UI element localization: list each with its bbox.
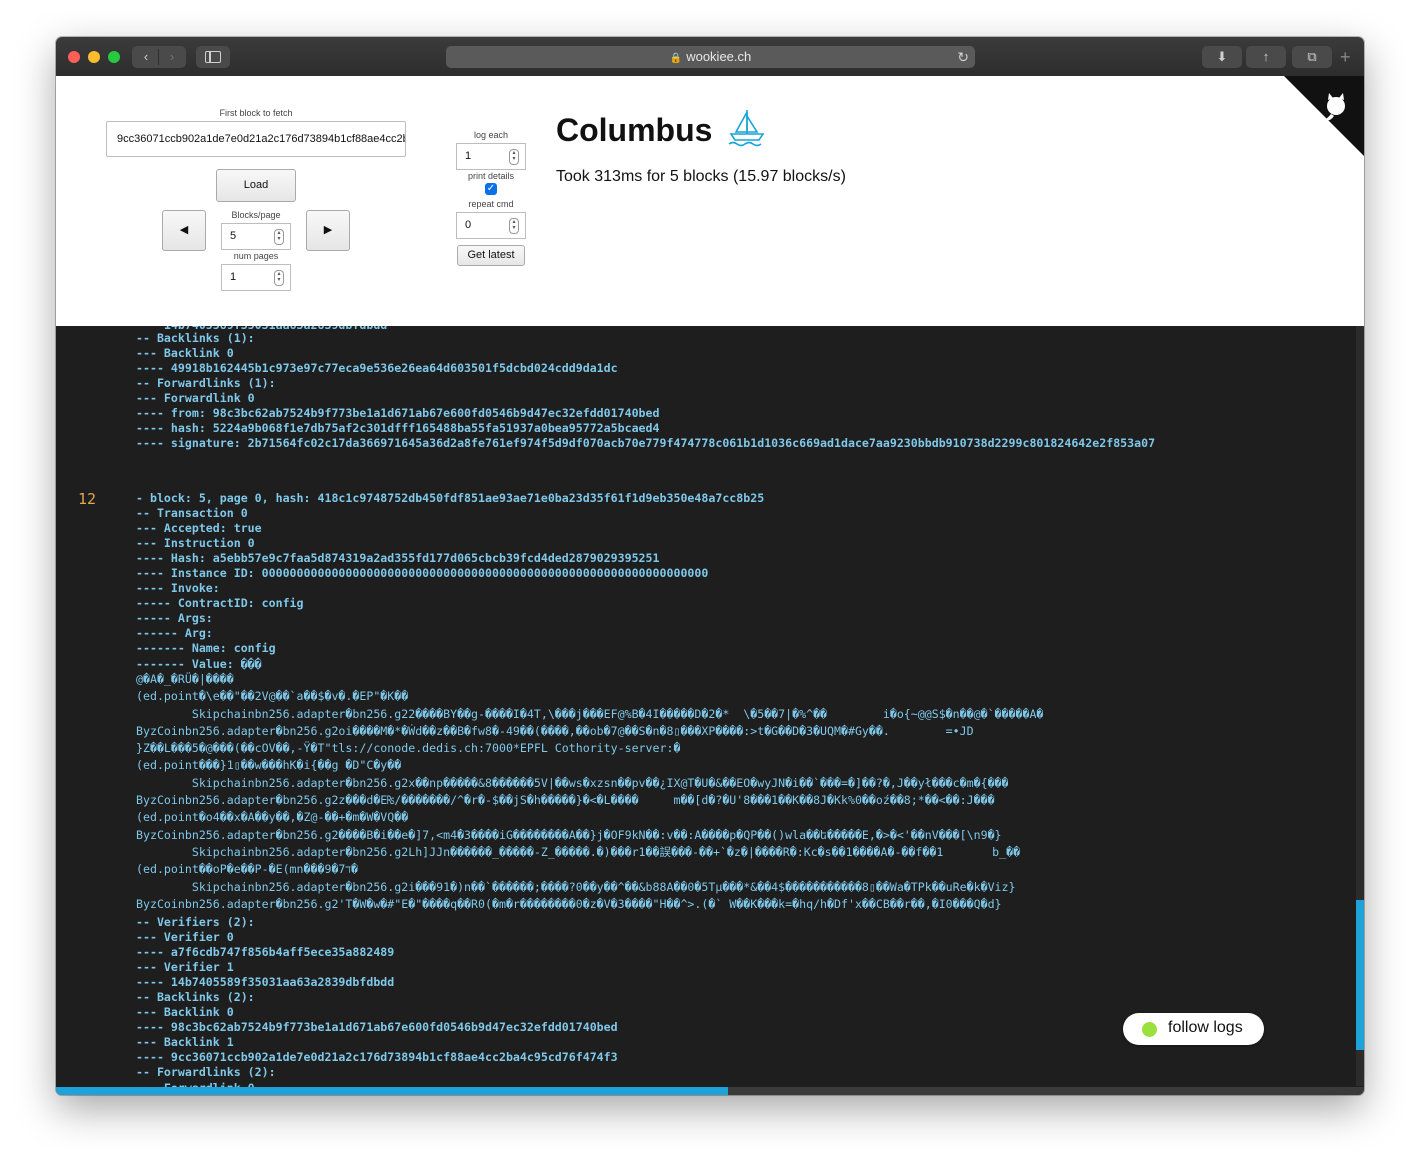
browser-window: ‹ › 🔒 wookiee.ch ↻ ⬇ ↑ ⧉ + First block to … <box>56 37 1364 1095</box>
follow-logs-label: follow logs <box>1168 1019 1243 1036</box>
num-pages-input[interactable]: 1 ▴ ▾ <box>221 264 291 291</box>
get-latest-button[interactable]: Get latest <box>457 245 525 266</box>
first-block-label: First block to fetch <box>219 108 293 118</box>
log-entry-links: -- Verifiers (2): --- Verifier 0 ---- a7… <box>136 915 618 1095</box>
stepper-icon[interactable]: ▴ ▾ <box>274 228 284 245</box>
log-entry-block: - block: 5, page 0, hash: 418c1c9748752d… <box>136 491 765 671</box>
address-bar[interactable]: 🔒 wookiee.ch ↻ <box>446 46 975 68</box>
tab-overview-button[interactable]: ⧉ <box>1292 46 1332 68</box>
stepper-icon[interactable]: ▴ ▾ <box>509 217 519 234</box>
page-title: Columbus <box>556 112 713 148</box>
zoom-window-button[interactable] <box>108 51 120 63</box>
first-block-input[interactable]: 9cc36071ccb902a1de7e0d21a2c176d73894b1cf… <box>106 121 406 157</box>
sailboat-icon <box>728 110 765 147</box>
prev-page-button[interactable]: ◀ <box>162 210 206 251</box>
num-pages-label: num pages <box>233 251 279 261</box>
log-each-label: log each <box>473 130 509 140</box>
num-pages-value: 1 <box>230 271 237 283</box>
new-tab-icon[interactable]: + <box>1340 48 1351 66</box>
tabs-icon: ⧉ <box>1307 49 1317 64</box>
repeat-cmd-input[interactable]: 0 ▴ ▾ <box>456 212 526 239</box>
print-details-label: print details <box>467 171 515 181</box>
downloads-button[interactable]: ⬇ <box>1202 46 1242 68</box>
stepper-icon[interactable]: ▴ ▾ <box>509 148 519 165</box>
stepper-icon[interactable]: ▴ ▾ <box>274 269 284 286</box>
triangle-left-icon: ◀ <box>179 224 189 236</box>
back-icon[interactable]: ‹ <box>133 46 159 68</box>
status-dot-icon <box>1142 1022 1157 1037</box>
github-octocat-icon[interactable] <box>1318 90 1354 126</box>
forward-icon[interactable]: › <box>159 46 185 68</box>
browser-toolbar: ‹ › 🔒 wookiee.ch ↻ ⬇ ↑ ⧉ + <box>56 37 1364 77</box>
blocks-per-page-input[interactable]: 5 ▴ ▾ <box>221 223 291 250</box>
triangle-right-icon: ▶ <box>323 224 333 236</box>
close-window-button[interactable] <box>68 51 80 63</box>
horizontal-scrollbar-thumb[interactable] <box>56 1087 728 1095</box>
next-page-button[interactable]: ▶ <box>306 210 350 251</box>
share-button[interactable]: ↑ <box>1246 46 1286 68</box>
log-each-input[interactable]: 1 ▴ ▾ <box>456 143 526 170</box>
load-status: Took 313ms for 5 blocks (15.97 blocks/s) <box>556 168 846 185</box>
log-panel[interactable]: 14b7405589f35031aa63a2839dbfdbdd -- Back… <box>56 326 1364 1095</box>
blocks-per-page-label: Blocks/page <box>231 210 281 220</box>
download-icon: ⬇ <box>1216 49 1228 64</box>
share-icon: ↑ <box>1262 49 1270 64</box>
load-button[interactable]: Load <box>216 169 296 202</box>
log-each-value: 1 <box>465 150 472 162</box>
print-details-checkbox[interactable]: ✓ <box>485 183 497 195</box>
url-text: wookiee.ch <box>686 49 752 64</box>
blocks-per-page-value: 5 <box>230 230 237 242</box>
minimize-window-button[interactable] <box>88 51 100 63</box>
control-panel: First block to fetch 9cc36071ccb902a1de7… <box>56 76 1364 326</box>
log-entry-previous: -- Backlinks (1): --- Backlink 0 ---- 49… <box>136 331 1156 451</box>
repeat-cmd-label: repeat cmd <box>468 199 514 209</box>
sidebar-icon <box>205 51 221 63</box>
vertical-scrollbar-thumb[interactable] <box>1356 900 1364 1050</box>
sidebar-toggle-button[interactable] <box>196 46 230 68</box>
log-line-number: 12 <box>78 490 97 508</box>
log-binary-value: @�A�_�RÜ�|���� (ed.point�\e��"��2V@��`a�… <box>136 672 1044 911</box>
reload-icon[interactable]: ↻ <box>957 46 969 68</box>
follow-logs-toggle[interactable]: follow logs <box>1123 1013 1264 1045</box>
repeat-cmd-value: 0 <box>465 219 472 231</box>
history-nav: ‹ › <box>132 46 186 68</box>
lock-icon: 🔒 <box>669 53 683 64</box>
